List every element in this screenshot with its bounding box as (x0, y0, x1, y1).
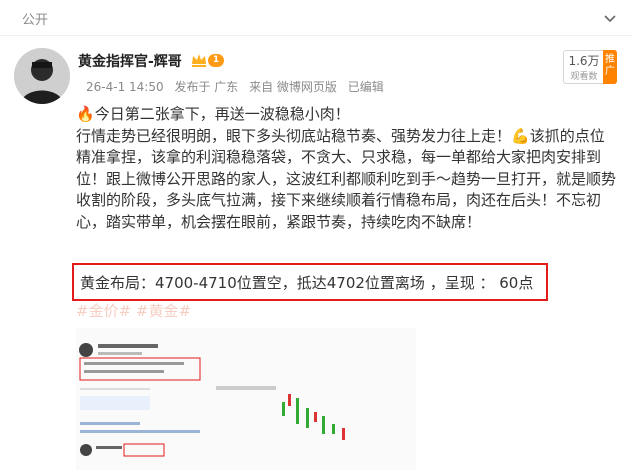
author-name[interactable]: 黄金指挥官-辉哥 (78, 51, 182, 71)
post-line-4: 位！跟上微博公开思路的家人，这波红利都顺利吃到手～趋势一旦打开，就是顺势 (76, 169, 617, 188)
post-time[interactable]: 26-4-1 14:50 (86, 80, 164, 94)
post-source: 来自 微博网页版 (249, 80, 337, 94)
edited-label[interactable]: 已编辑 (348, 80, 384, 94)
view-count: 1.6万 (568, 54, 600, 68)
post-meta: 26-4-1 14:50 发布于 广东 来自 微博网页版 已编辑 (86, 78, 391, 95)
post-line-6: 心，踏实带单，机会摆在眼前，紧跟节奏，持续吃肉不缺席！ (76, 212, 482, 231)
post-text: 🔥今日第二张拿下，再送一波稳稳小肉！ 行情走势已经很明朗，眼下多头彻底站稳节奏、… (76, 104, 616, 233)
post-line-2b: 该抓的点位 (529, 126, 605, 145)
visibility-bar: 公开 (0, 0, 632, 36)
post-location: 发布于 广东 (174, 80, 239, 94)
highlight-box: 黄金布局：4700-4710位置空，抵达4702位置离场 ，呈现 ： 60点 (72, 263, 548, 301)
chevron-down-icon[interactable] (602, 10, 618, 26)
post-line-3: 精准拿捏，该拿的利润稳稳落袋，不贪大、只求稳，每一单都给大家把肉安排到 (76, 148, 602, 166)
highlight-text: 黄金布局：4700-4710位置空，抵达4702位置离场 ，呈现 ： 60点 (80, 274, 534, 292)
level-badge: 1 (208, 54, 224, 67)
view-count-badge[interactable]: 1.6万 观看数 推广 (563, 50, 617, 84)
visibility-label: 公开 (22, 13, 49, 28)
post-line-5: 收割的阶段，多头底气拉满，接下来继续顺着行情稳布局，肉还在后头！不忘初 (76, 191, 602, 209)
muscle-emoji-icon: 💪 (511, 126, 530, 145)
post-line-2: 行情走势已经很明朗，眼下多头彻底站稳节奏、强势发力往上走！ (76, 126, 512, 145)
fire-emoji-icon: 🔥 (76, 105, 95, 123)
topic-tags[interactable]: #金价# #黄金# (76, 300, 191, 321)
view-count-caption: 观看数 (570, 72, 598, 82)
post-line-1: 今日第二张拿下，再送一波稳稳小肉！ (94, 105, 350, 123)
promote-tag[interactable]: 推广 (603, 50, 617, 84)
post-image[interactable] (76, 328, 416, 470)
crown-icon (192, 54, 206, 67)
avatar[interactable] (14, 48, 70, 104)
